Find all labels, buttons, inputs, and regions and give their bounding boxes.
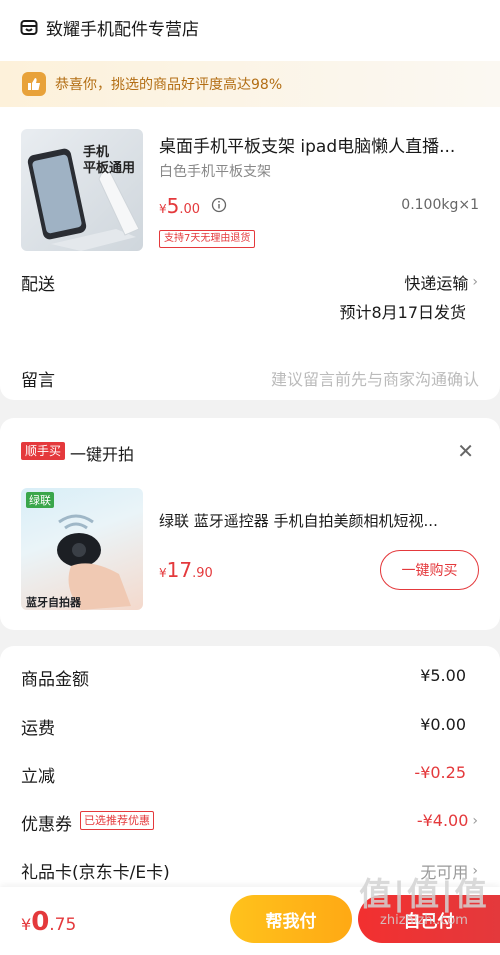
giftcard-value: 无可用 bbox=[420, 863, 469, 882]
shop-header[interactable]: 致耀手机配件专营店 bbox=[20, 14, 199, 40]
shipping-value: ¥0.00 bbox=[420, 715, 466, 734]
message-input[interactable]: 建议留言前先与商家沟通确认 bbox=[271, 366, 479, 390]
product-image-caption: 手机 平板通用 bbox=[83, 145, 136, 176]
one-click-buy-button[interactable]: 一键购买 bbox=[380, 550, 479, 590]
close-icon[interactable]: ✕ bbox=[457, 441, 474, 461]
product-sku[interactable]: 白色手机平板支架 bbox=[159, 161, 271, 181]
upsell-price: ¥ 17 .90 bbox=[159, 558, 213, 582]
brand-logo: 绿联 bbox=[26, 492, 54, 508]
shipping-label: 运费 bbox=[21, 719, 55, 739]
product-price: ¥ 5 .00 bbox=[159, 194, 201, 218]
delivery-estimate: 预计8月17日发货 bbox=[339, 303, 466, 322]
goods-amount-value: ¥5.00 bbox=[420, 666, 466, 685]
total-price: ¥ 0 .75 bbox=[21, 907, 77, 937]
product-image[interactable]: 手机 平板通用 bbox=[21, 129, 143, 251]
rating-text: 恭喜你，挑选的商品好评度高达98% bbox=[55, 77, 283, 93]
coupon-recommended-tag: 已选推荐优惠 bbox=[80, 811, 154, 830]
delivery-method[interactable]: 快递运输 › bbox=[404, 270, 478, 294]
rating-banner: 恭喜你，挑选的商品好评度高达98% bbox=[0, 61, 500, 107]
discount-label: 立减 bbox=[21, 767, 55, 787]
upsell-title: 一键开拍 bbox=[70, 445, 135, 464]
discount-value: -¥0.25 bbox=[414, 763, 466, 782]
product-title[interactable]: 桌面手机平板支架 ipad电脑懒人直播... bbox=[159, 132, 474, 157]
coupon-label: 优惠券 bbox=[21, 815, 72, 835]
upsell-product-image[interactable]: 绿联 蓝牙自拍器 bbox=[21, 488, 143, 610]
help-me-pay-button[interactable]: 帮我付 bbox=[230, 895, 352, 943]
delivery-label: 配送 bbox=[21, 275, 55, 295]
giftcard-label: 礼品卡(京东卡/E卡) bbox=[21, 863, 170, 883]
upsell-badge: 顺手买 bbox=[21, 442, 66, 460]
info-icon[interactable] bbox=[211, 197, 227, 213]
thumbs-up-icon bbox=[22, 72, 46, 96]
shop-name: 致耀手机配件专营店 bbox=[46, 19, 199, 40]
upsell-product-title[interactable]: 绿联 蓝牙遥控器 手机自拍美颜相机短视... bbox=[159, 510, 464, 531]
giftcard-selector[interactable]: 无可用 › bbox=[420, 859, 478, 883]
coupon-selector[interactable]: -¥4.00 › bbox=[417, 811, 478, 830]
message-label: 留言 bbox=[21, 371, 55, 391]
product-weight-qty: 0.100kg×1 bbox=[401, 197, 479, 213]
coupon-value: -¥4.00 bbox=[416, 811, 469, 830]
checkout-bar: ¥ 0 .75 帮我付 自己付 bbox=[0, 887, 500, 955]
chevron-right-icon: › bbox=[472, 863, 478, 879]
chevron-right-icon: › bbox=[472, 812, 478, 829]
upsell-image-caption: 蓝牙自拍器 bbox=[26, 596, 81, 609]
order-card: 致耀手机配件专营店 恭喜你，挑选的商品好评度高达98% 手机 平板通用 桌面手机… bbox=[0, 0, 500, 400]
chevron-right-icon: › bbox=[472, 274, 478, 290]
pay-myself-button[interactable]: 自己付 bbox=[358, 895, 500, 943]
return-policy-tag: 支持7天无理由退货 bbox=[159, 230, 256, 248]
goods-amount-label: 商品金额 bbox=[21, 670, 89, 690]
shop-icon bbox=[20, 20, 38, 35]
